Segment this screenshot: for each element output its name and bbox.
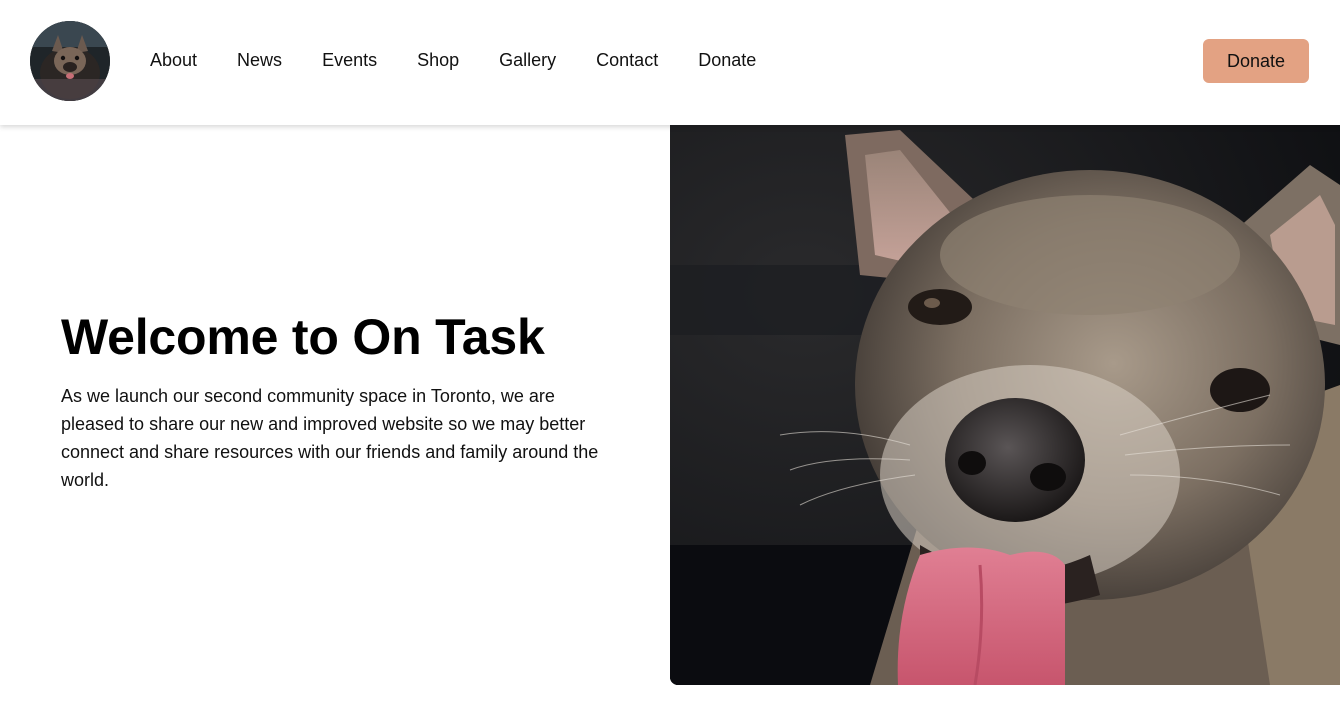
donate-button[interactable]: Donate	[1203, 39, 1309, 83]
site-header: About News Events Shop Gallery Contact D…	[0, 0, 1340, 125]
hero-title: Welcome to On Task	[61, 309, 545, 365]
main-nav: About News Events Shop Gallery Contact D…	[150, 48, 796, 72]
site-logo[interactable]	[30, 21, 110, 101]
nav-about[interactable]: About	[150, 48, 197, 72]
dog-logo-icon	[30, 21, 110, 101]
nav-shop[interactable]: Shop	[417, 48, 459, 72]
nav-donate[interactable]: Donate	[698, 48, 756, 72]
hero-dog-image	[670, 125, 1340, 685]
hero-body: As we launch our second community space …	[61, 386, 599, 490]
nav-events[interactable]: Events	[322, 48, 377, 72]
nav-news[interactable]: News	[237, 48, 282, 72]
nav-contact[interactable]: Contact	[596, 48, 658, 72]
nav-gallery[interactable]: Gallery	[499, 48, 556, 72]
hero-text-block: Welcome to On Task As we launch our seco…	[61, 308, 621, 494]
dog-photo-icon	[670, 125, 1340, 685]
